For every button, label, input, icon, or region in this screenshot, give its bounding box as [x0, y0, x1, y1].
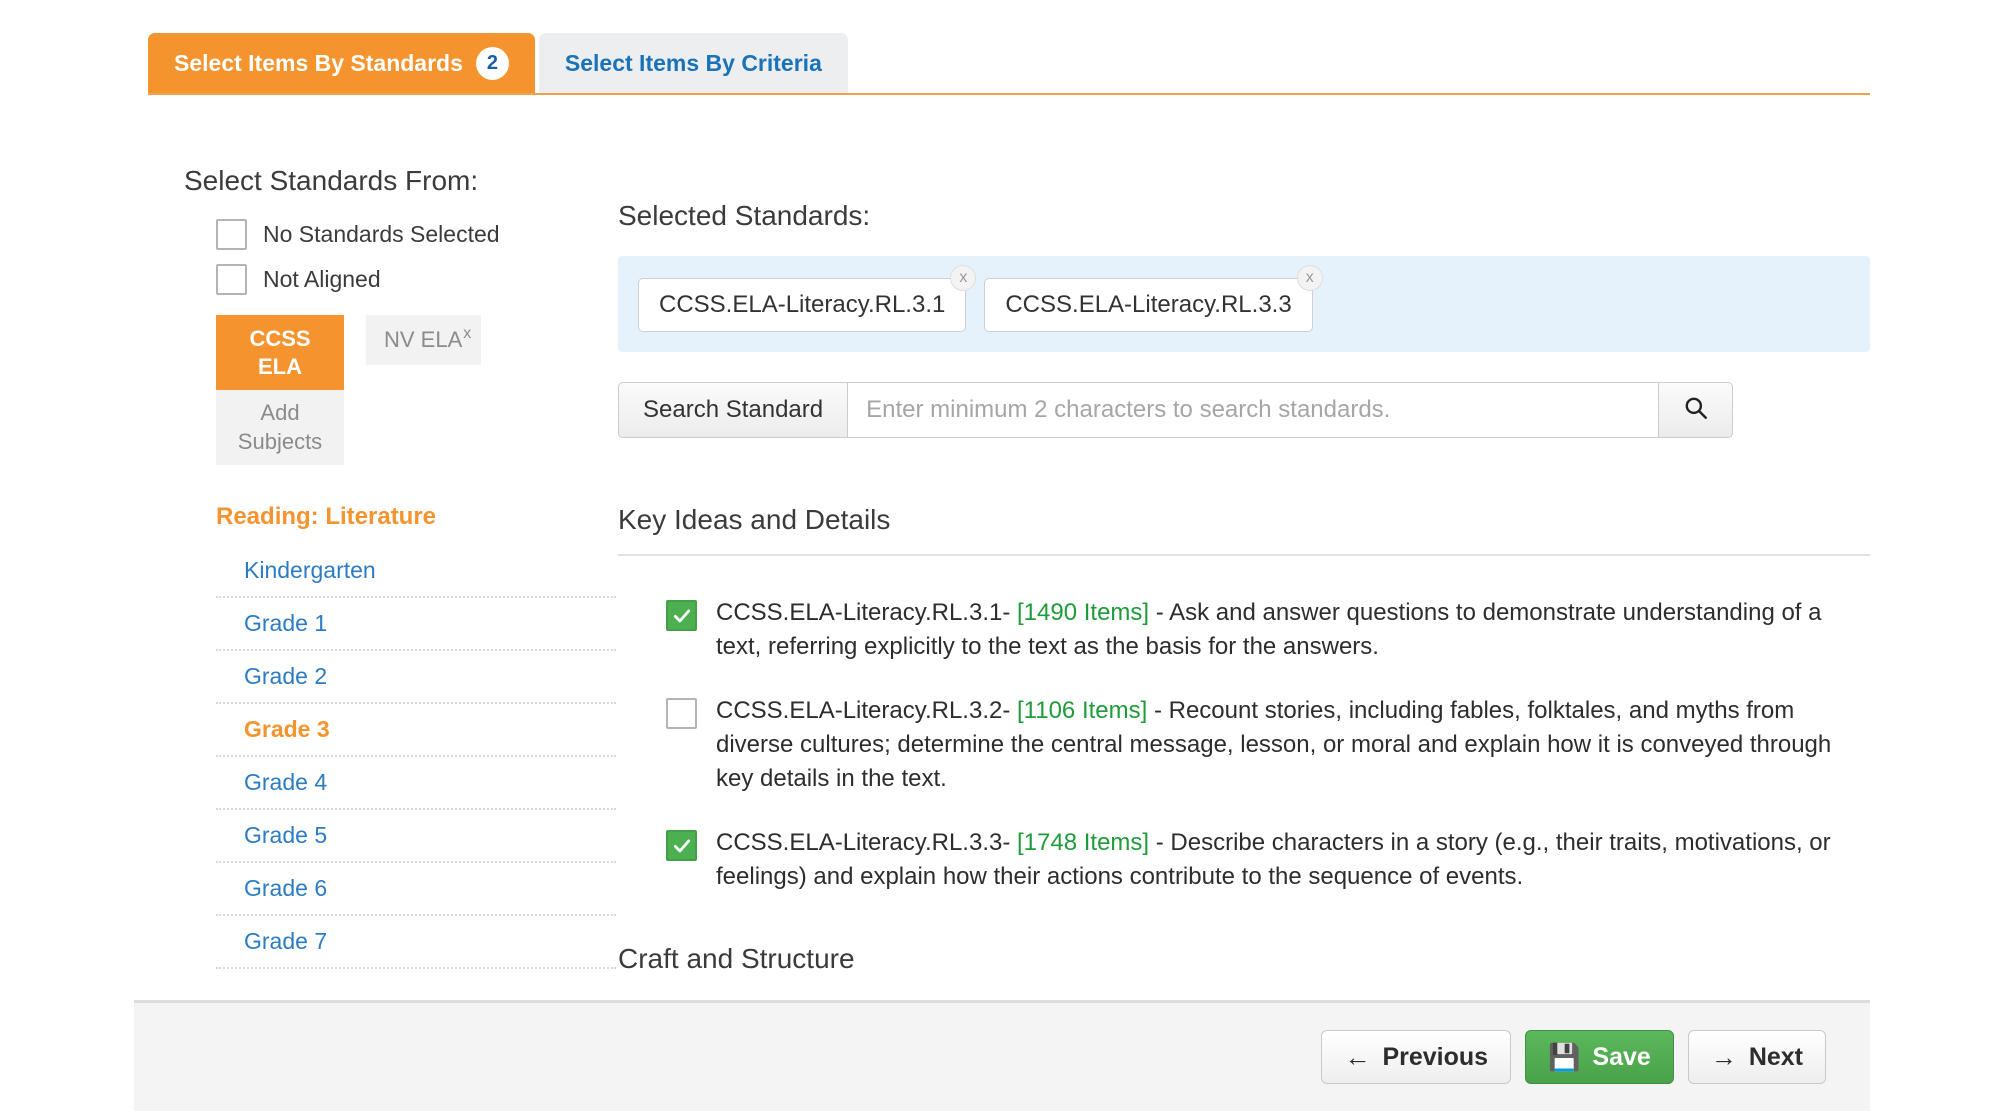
add-subjects-line2: Subjects: [237, 428, 323, 454]
standards-source-sidebar: Select Standards From: No Standards Sele…: [148, 165, 616, 970]
standard-item-count: [1106 Items]: [1017, 697, 1148, 725]
grade-item-grade-3[interactable]: Grade 3: [216, 704, 616, 758]
standard-text: CCSS.ELA-Literacy.RL.3.3- [1748 Items] -…: [716, 826, 1846, 894]
tab-select-items-by-criteria[interactable]: Select Items By Criteria: [538, 33, 848, 93]
selected-standards-title: Selected Standards:: [618, 200, 871, 231]
add-subjects-button[interactable]: Add Subjects: [216, 390, 344, 466]
grade-item-grade-2[interactable]: Grade 2: [216, 651, 616, 705]
standard-checkbox-rl-3-3[interactable]: [666, 830, 697, 862]
selected-standard-chip[interactable]: CCSS.ELA-Literacy.RL.3.1 x: [638, 265, 977, 332]
standard-row: CCSS.ELA-Literacy.RL.3.1- [1490 Items] -…: [618, 596, 1870, 664]
previous-button[interactable]: ← Previous: [1321, 1030, 1512, 1084]
standard-code: CCSS.ELA-Literacy.RL.3.2-: [716, 697, 1011, 725]
next-button[interactable]: → Next: [1687, 1030, 1826, 1084]
standard-checkbox-rl-3-2[interactable]: [666, 698, 697, 730]
standard-row: CCSS.ELA-Literacy.RL.3.2- [1106 Items] -…: [618, 694, 1870, 796]
standards-list: CCSS.ELA-Literacy.RL.3.1- [1490 Items] -…: [618, 596, 1870, 895]
sidebar-title: Select Standards From:: [184, 165, 479, 196]
grade-item-grade-1[interactable]: Grade 1: [216, 598, 616, 652]
chip-label: CCSS.ELA-Literacy.RL.3.3: [1005, 291, 1292, 318]
checkbox-label: Not Aligned: [263, 266, 381, 292]
standard-code: CCSS.ELA-Literacy.RL.3.1-: [716, 599, 1011, 626]
tab-bar: Select Items By Standards 2 Select Items…: [148, 33, 1870, 95]
grade-item-grade-7[interactable]: Grade 7: [216, 916, 616, 970]
save-button-label: Save: [1592, 1042, 1651, 1071]
selected-standard-chip[interactable]: CCSS.ELA-Literacy.RL.3.3 x: [984, 265, 1323, 332]
section-heading-key-ideas: Key Ideas and Details: [618, 504, 1870, 556]
add-subjects-line1: Add: [260, 400, 300, 425]
subject-label-line1: CCSS: [249, 326, 311, 351]
grade-item-kindergarten[interactable]: Kindergarten: [216, 545, 616, 599]
arrow-right-icon: →: [1710, 1042, 1737, 1072]
standard-code: CCSS.ELA-Literacy.RL.3.3-: [716, 829, 1011, 857]
filter-no-standards-selected[interactable]: No Standards Selected: [216, 219, 588, 250]
search-icon: [1683, 395, 1709, 426]
remove-subject-icon[interactable]: x: [463, 325, 471, 343]
selected-standards-container: CCSS.ELA-Literacy.RL.3.1 x CCSS.ELA-Lite…: [618, 256, 1870, 352]
search-submit-button[interactable]: [1659, 382, 1733, 438]
checkbox-not-aligned[interactable]: [216, 264, 247, 295]
tab-badge-count: 2: [475, 46, 509, 80]
arrow-left-icon: ←: [1344, 1042, 1371, 1072]
grade-item-grade-6[interactable]: Grade 6: [216, 863, 616, 917]
save-button[interactable]: 💾 Save: [1525, 1030, 1674, 1084]
next-button-label: Next: [1748, 1042, 1803, 1071]
search-standard-row: Search Standard: [618, 382, 1733, 438]
subject-tab-ccss-ela[interactable]: CCSS ELA: [216, 315, 344, 390]
footer-action-bar: ← Previous 💾 Save → Next: [134, 1000, 1870, 1111]
section-heading-craft-and-structure: Craft and Structure: [618, 942, 855, 974]
standard-text: CCSS.ELA-Literacy.RL.3.1- [1490 Items] -…: [716, 596, 1846, 664]
subject-selector: CCSS ELA NV ELA x Add Subjects: [216, 315, 546, 466]
standard-item-count: [1490 Items]: [1017, 599, 1150, 626]
search-standard-label: Search Standard: [618, 382, 849, 438]
grade-item-grade-4[interactable]: Grade 4: [216, 757, 616, 811]
tab-label: Select Items By Standards: [174, 49, 463, 76]
subject-label-line2: ELA: [258, 353, 302, 379]
domain-heading: Reading: Literature: [216, 503, 437, 531]
standard-row: CCSS.ELA-Literacy.RL.3.3- [1748 Items] -…: [618, 826, 1870, 894]
standard-text: CCSS.ELA-Literacy.RL.3.2- [1106 Items] -…: [716, 694, 1846, 796]
standard-checkbox-rl-3-1[interactable]: [666, 600, 697, 631]
tab-select-items-by-standards[interactable]: Select Items By Standards 2: [148, 33, 535, 93]
remove-chip-icon[interactable]: x: [950, 265, 977, 291]
grade-list: Kindergarten Grade 1 Grade 2 Grade 3 Gra…: [216, 545, 616, 970]
tab-label: Select Items By Criteria: [564, 49, 822, 76]
standards-main-panel: Selected Standards: CCSS.ELA-Literacy.RL…: [618, 200, 1870, 975]
floppy-disk-icon: 💾: [1548, 1042, 1581, 1072]
search-standard-input[interactable]: [848, 382, 1659, 438]
checkbox-label: No Standards Selected: [263, 221, 500, 247]
checkbox-no-standards-selected[interactable]: [216, 219, 247, 250]
grade-item-grade-5[interactable]: Grade 5: [216, 810, 616, 864]
subject-label: NV ELA: [384, 327, 463, 352]
chip-label: CCSS.ELA-Literacy.RL.3.1: [659, 291, 946, 318]
previous-button-label: Previous: [1382, 1042, 1489, 1071]
remove-chip-icon[interactable]: x: [1296, 265, 1323, 291]
filter-not-aligned[interactable]: Not Aligned: [216, 264, 588, 295]
standard-item-count: [1748 Items]: [1017, 829, 1150, 857]
standards-selector-page: Select Items By Standards 2 Select Items…: [0, 0, 2000, 1111]
subject-tab-nv-ela[interactable]: NV ELA x: [366, 315, 482, 366]
